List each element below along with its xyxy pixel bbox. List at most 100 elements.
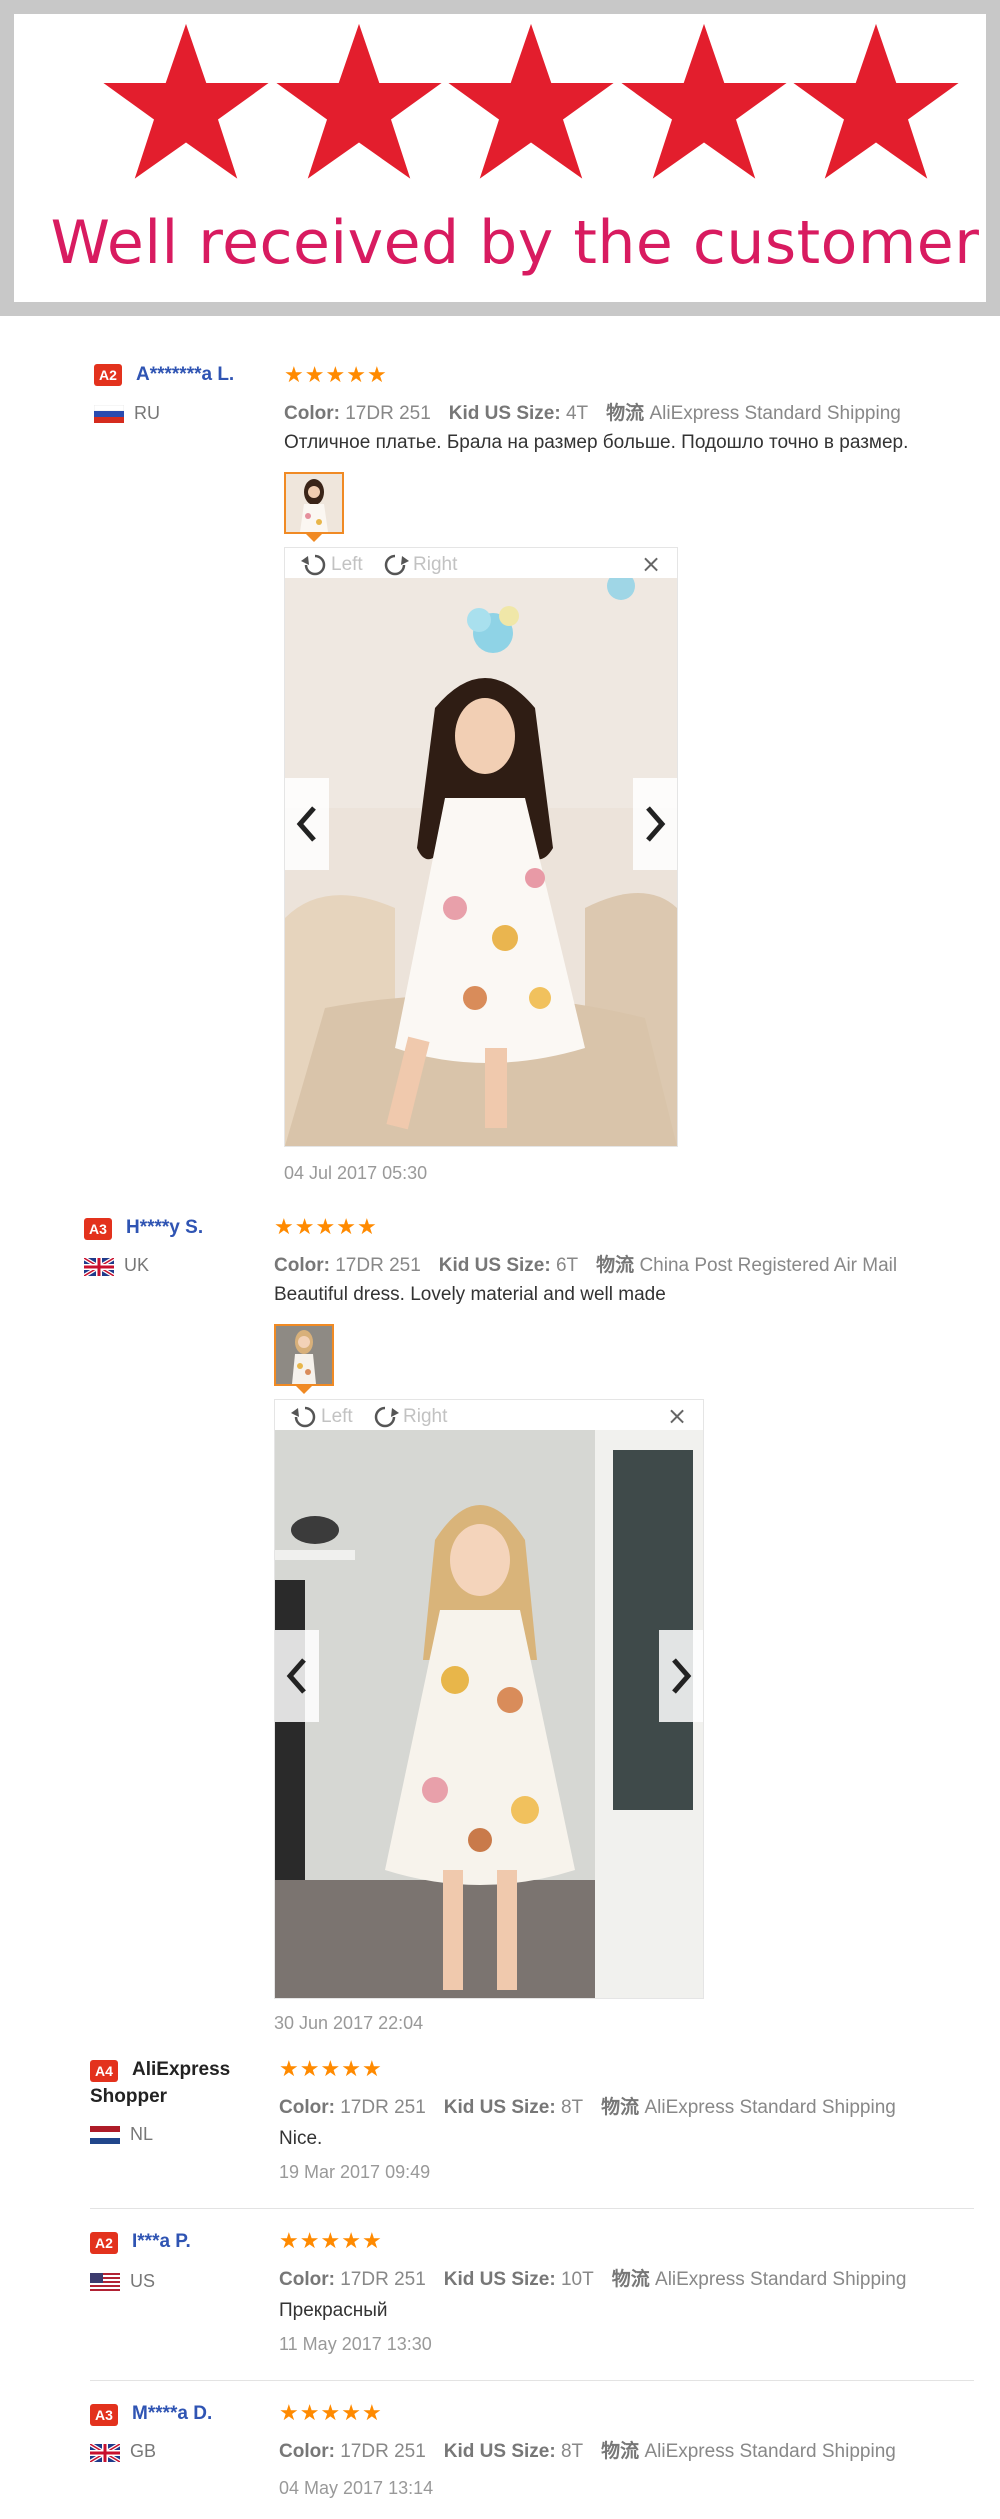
- star-icon: [103, 23, 269, 179]
- review-photo: [275, 1430, 703, 1998]
- photo-viewer: Left Right ×: [284, 547, 678, 1147]
- rotate-left-icon: [291, 1406, 316, 1428]
- rating-star-icon: ★: [320, 2401, 341, 2426]
- rating-star-icon: ★: [341, 2057, 361, 2082]
- rating-star-icon: ★: [279, 2229, 299, 2254]
- chevron-left-icon: [296, 806, 316, 842]
- banner-stars: [100, 20, 962, 192]
- flag-us-icon: [90, 2273, 120, 2291]
- star-icon: [793, 23, 959, 179]
- prev-photo-button[interactable]: [275, 1630, 319, 1722]
- level-badge: A3: [84, 1218, 112, 1240]
- rating-star-icon: ★: [304, 363, 325, 388]
- rating-star-icon: ★: [336, 1215, 356, 1240]
- review-text: Отличное платье. Брала на размер больше.…: [284, 432, 909, 453]
- rating-star-icon: ★: [284, 363, 304, 388]
- rating-star-icon: ★: [274, 1215, 294, 1240]
- reviewer-country: GB: [130, 2441, 157, 2461]
- order-info: Color: 17DR 251 Kid US Size: 8T 物流 AliExpr…: [279, 2097, 896, 2118]
- star-icon: [275, 23, 442, 179]
- review-thumbnail[interactable]: [284, 472, 344, 534]
- reviewer-country: NL: [130, 2124, 154, 2144]
- star-icon: [620, 23, 787, 179]
- review-photo: [285, 578, 677, 1146]
- level-badge: A3: [90, 2404, 118, 2426]
- rotate-right-icon: [374, 1406, 399, 1428]
- rotate-left-button[interactable]: Left: [299, 552, 363, 578]
- review-divider: [90, 2380, 974, 2381]
- reviewer-country: UK: [124, 1255, 150, 1275]
- rating-star-icon: ★: [315, 1215, 336, 1240]
- rating-star-icon: ★: [325, 363, 346, 388]
- flag-ru-icon: [94, 405, 124, 423]
- viewer-toolbar: Left Right ×: [275, 1400, 703, 1430]
- thumbnail-caret: [306, 534, 322, 542]
- level-badge: A4: [90, 2060, 118, 2082]
- review-thumbnail[interactable]: [274, 1324, 334, 1386]
- rotate-right-icon: [384, 554, 409, 576]
- review-rating: ★ ★ ★ ★ ★: [279, 2403, 382, 2425]
- reviewer-name[interactable]: M****a D.: [132, 2403, 212, 2425]
- order-info: Color: 17DR 251 Kid US Size: 8T 物流 AliExpr…: [279, 2441, 896, 2462]
- review-date: 04 Jul 2017 05:30: [284, 1163, 428, 1183]
- star-icon: [448, 23, 614, 179]
- rotate-right-button[interactable]: Right: [381, 552, 457, 578]
- review-divider: [90, 2208, 974, 2209]
- review-date: 30 Jun 2017 22:04: [274, 2013, 424, 2033]
- chevron-right-icon: [646, 806, 666, 842]
- flag-nl-icon: [90, 2126, 120, 2144]
- rating-star-icon: ★: [366, 363, 387, 388]
- rating-star-icon: ★: [299, 2401, 320, 2426]
- reviewer-name[interactable]: I***a P.: [132, 2231, 191, 2253]
- next-photo-button[interactable]: [633, 778, 677, 870]
- chevron-left-icon: [286, 1658, 306, 1694]
- order-info: Color: 17DR 251 Kid US Size: 6T 物流 China P…: [274, 1255, 898, 1276]
- flag-uk-icon: [84, 1258, 114, 1276]
- rating-star-icon: ★: [299, 2229, 320, 2254]
- review-rating: ★ ★ ★ ★ ★: [279, 2231, 382, 2253]
- review-text: Beautiful dress. Lovely material and wel…: [274, 1284, 666, 1305]
- next-photo-button[interactable]: [659, 1630, 703, 1722]
- rating-star-icon: ★: [279, 2057, 299, 2082]
- reviewer-country: US: [130, 2271, 156, 2291]
- rating-star-icon: ★: [346, 363, 366, 388]
- rotate-right-button[interactable]: Right: [371, 1404, 447, 1430]
- flag-gb-icon: [90, 2444, 120, 2462]
- banner-title: Well received by the customer: [50, 208, 980, 278]
- rating-star-icon: ★: [361, 2229, 382, 2254]
- order-info: Color: 17DR 251 Kid US Size: 4T 物流 AliExpr…: [284, 403, 901, 424]
- close-viewer-button[interactable]: ×: [667, 1402, 687, 1430]
- close-viewer-button[interactable]: ×: [641, 550, 661, 578]
- review-date: 04 May 2017 13:14: [279, 2478, 434, 2498]
- thumbnail-caret: [296, 1386, 312, 1394]
- rating-star-icon: ★: [341, 2229, 361, 2254]
- review-rating: ★ ★ ★ ★ ★: [284, 365, 387, 387]
- reviewer-name[interactable]: H****y S.: [126, 1217, 203, 1239]
- rating-star-icon: ★: [294, 1215, 315, 1240]
- photo-viewer: Left Right ×: [274, 1399, 704, 1999]
- rating-star-icon: ★: [299, 2057, 320, 2082]
- rotate-left-icon: [301, 554, 326, 576]
- level-badge: A2: [94, 364, 122, 386]
- review-text: Прекрасный: [279, 2300, 388, 2321]
- reviewer-name[interactable]: A*******a L.: [136, 364, 234, 386]
- review-date: 11 May 2017 13:30: [279, 2334, 432, 2354]
- rating-banner: Well received by the customer: [0, 0, 1000, 316]
- review-date: 19 Mar 2017 09:49: [279, 2162, 431, 2182]
- review-text: Nice.: [279, 2128, 323, 2149]
- viewer-toolbar: Left Right ×: [285, 548, 677, 578]
- order-info: Color: 17DR 251 Kid US Size: 10T 物流 AliExp…: [279, 2269, 907, 2290]
- level-badge: A2: [90, 2232, 118, 2254]
- review-rating: ★ ★ ★ ★ ★: [279, 2059, 382, 2081]
- rating-star-icon: ★: [361, 2057, 382, 2082]
- chevron-right-icon: [672, 1658, 692, 1694]
- prev-photo-button[interactable]: [285, 778, 329, 870]
- reviewer-name-line1[interactable]: AliExpress: [132, 2059, 230, 2081]
- reviewer-country: RU: [134, 403, 160, 423]
- rotate-left-button[interactable]: Left: [289, 1404, 353, 1430]
- review-rating: ★ ★ ★ ★ ★: [274, 1217, 377, 1239]
- rating-star-icon: ★: [320, 2057, 341, 2082]
- rating-star-icon: ★: [341, 2401, 361, 2426]
- rating-star-icon: ★: [356, 1215, 377, 1240]
- reviewer-name-line2[interactable]: Shopper: [90, 2086, 167, 2108]
